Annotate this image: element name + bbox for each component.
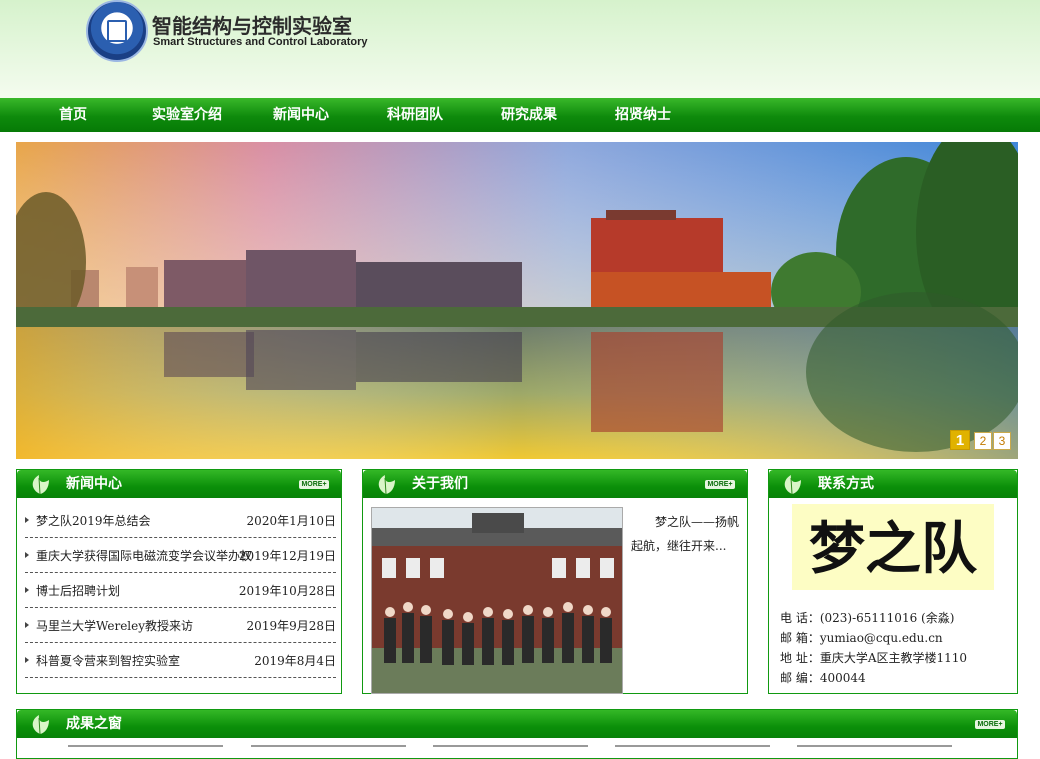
banner-page-3[interactable]: 3 xyxy=(993,432,1011,450)
site-title-en: Smart Structures and Control Laboratory xyxy=(153,36,368,48)
bullet-arrow-icon xyxy=(25,587,29,593)
about-text-line: 梦之队——扬帆 xyxy=(655,515,740,529)
leaf-icon xyxy=(32,715,49,735)
campus-lake-photo xyxy=(16,142,1018,459)
nav-item-recruit[interactable]: 招贤纳士 xyxy=(615,98,671,132)
nav-item-home[interactable]: 首页 xyxy=(59,98,87,132)
bullet-arrow-icon xyxy=(25,657,29,663)
results-panel: 成果之窗 MORE+ xyxy=(16,709,1018,759)
banner-page-1[interactable]: 1 xyxy=(950,430,970,450)
news-item[interactable]: 科普夏令营来到智控实验室 2019年8月4日 xyxy=(25,643,336,678)
about-panel-title: 关于我们 xyxy=(412,476,468,492)
contact-email[interactable]: 邮 箱：yumiao@cqu.edu.cn xyxy=(780,629,943,646)
news-item-title[interactable]: 科普夏令营来到智控实验室 xyxy=(36,652,180,669)
about-panel-header: 关于我们 MORE+ xyxy=(363,470,747,498)
results-panel-header: 成果之窗 MORE+ xyxy=(17,710,1017,738)
contact-postcode: 邮 编：400044 xyxy=(780,671,866,685)
contact-panel-title: 联系方式 xyxy=(818,476,874,492)
bullet-arrow-icon xyxy=(25,552,29,558)
news-item[interactable]: 博士后招聘计划 2019年10月28日 xyxy=(25,573,336,608)
news-item-date: 2019年10月28日 xyxy=(238,584,336,598)
bullet-arrow-icon xyxy=(25,517,29,523)
news-item[interactable]: 梦之队2019年总结会 2020年1月10日 xyxy=(25,503,336,538)
contact-panel: 联系方式 梦之队 电 话：(023)-65111016 (余淼) 邮 箱：yum… xyxy=(768,469,1018,694)
news-item-title[interactable]: 马里兰大学Wereley教授来访 xyxy=(36,617,193,634)
site-header: 智能结构与控制实验室 Smart Structures and Control … xyxy=(0,0,1040,98)
about-more-button[interactable]: MORE+ xyxy=(705,480,735,489)
news-item[interactable]: 马里兰大学Wereley教授来访 2019年9月28日 xyxy=(25,608,336,643)
news-more-button[interactable]: MORE+ xyxy=(299,480,329,489)
main-nav: 首页 实验室介绍 新闻中心 科研团队 研究成果 招贤纳士 xyxy=(0,98,1040,132)
nav-item-team[interactable]: 科研团队 xyxy=(387,98,443,132)
about-text-line: 起航，继往开来... xyxy=(631,539,727,553)
results-more-button[interactable]: MORE+ xyxy=(975,720,1005,729)
news-item[interactable]: 重庆大学获得国际电磁流变学会议举办权 2019年12月19日 xyxy=(25,538,336,573)
news-panel-header: 新闻中心 MORE+ xyxy=(17,470,341,498)
news-item-title[interactable]: 重庆大学获得国际电磁流变学会议举办权 xyxy=(36,547,252,564)
nav-item-news[interactable]: 新闻中心 xyxy=(273,98,329,132)
about-intro-text: 梦之队——扬帆 起航，继往开来... xyxy=(631,510,743,558)
team-group-photo[interactable] xyxy=(371,507,623,694)
news-item-title[interactable]: 博士后招聘计划 xyxy=(36,582,120,599)
news-item-date: 2019年9月28日 xyxy=(246,619,336,633)
news-item-date: 2019年12月19日 xyxy=(238,549,336,563)
news-item-date: 2020年1月10日 xyxy=(246,514,336,528)
leaf-icon xyxy=(784,475,801,495)
news-panel: 新闻中心 MORE+ 梦之队2019年总结会 2020年1月10日 重庆大学获得… xyxy=(16,469,342,694)
contact-address: 地 址：重庆大学A区主教学楼1110 xyxy=(780,651,968,665)
contact-phone: 电 话：(023)-65111016 (余淼) xyxy=(780,611,955,625)
banner-slideshow[interactable] xyxy=(16,142,1018,459)
team-signature-image: 梦之队 xyxy=(792,504,994,590)
university-seal-icon[interactable] xyxy=(86,0,148,62)
signature-text: 梦之队 xyxy=(809,516,978,582)
news-item-date: 2019年8月4日 xyxy=(254,654,336,668)
site-title-cn: 智能结构与控制实验室 xyxy=(152,14,352,38)
results-panel-title: 成果之窗 xyxy=(66,716,122,732)
news-item-title[interactable]: 梦之队2019年总结会 xyxy=(36,512,151,529)
leaf-icon xyxy=(32,475,49,495)
banner-page-2[interactable]: 2 xyxy=(974,432,992,450)
leaf-icon xyxy=(378,475,395,495)
bullet-arrow-icon xyxy=(25,622,29,628)
about-panel: 关于我们 MORE+ 梦之队——扬帆 起航，继往开来... xyxy=(362,469,748,694)
nav-item-lab-intro[interactable]: 实验室介绍 xyxy=(152,98,222,132)
news-panel-title: 新闻中心 xyxy=(66,476,122,492)
contact-panel-header: 联系方式 xyxy=(769,470,1017,498)
nav-item-research[interactable]: 研究成果 xyxy=(501,98,557,132)
